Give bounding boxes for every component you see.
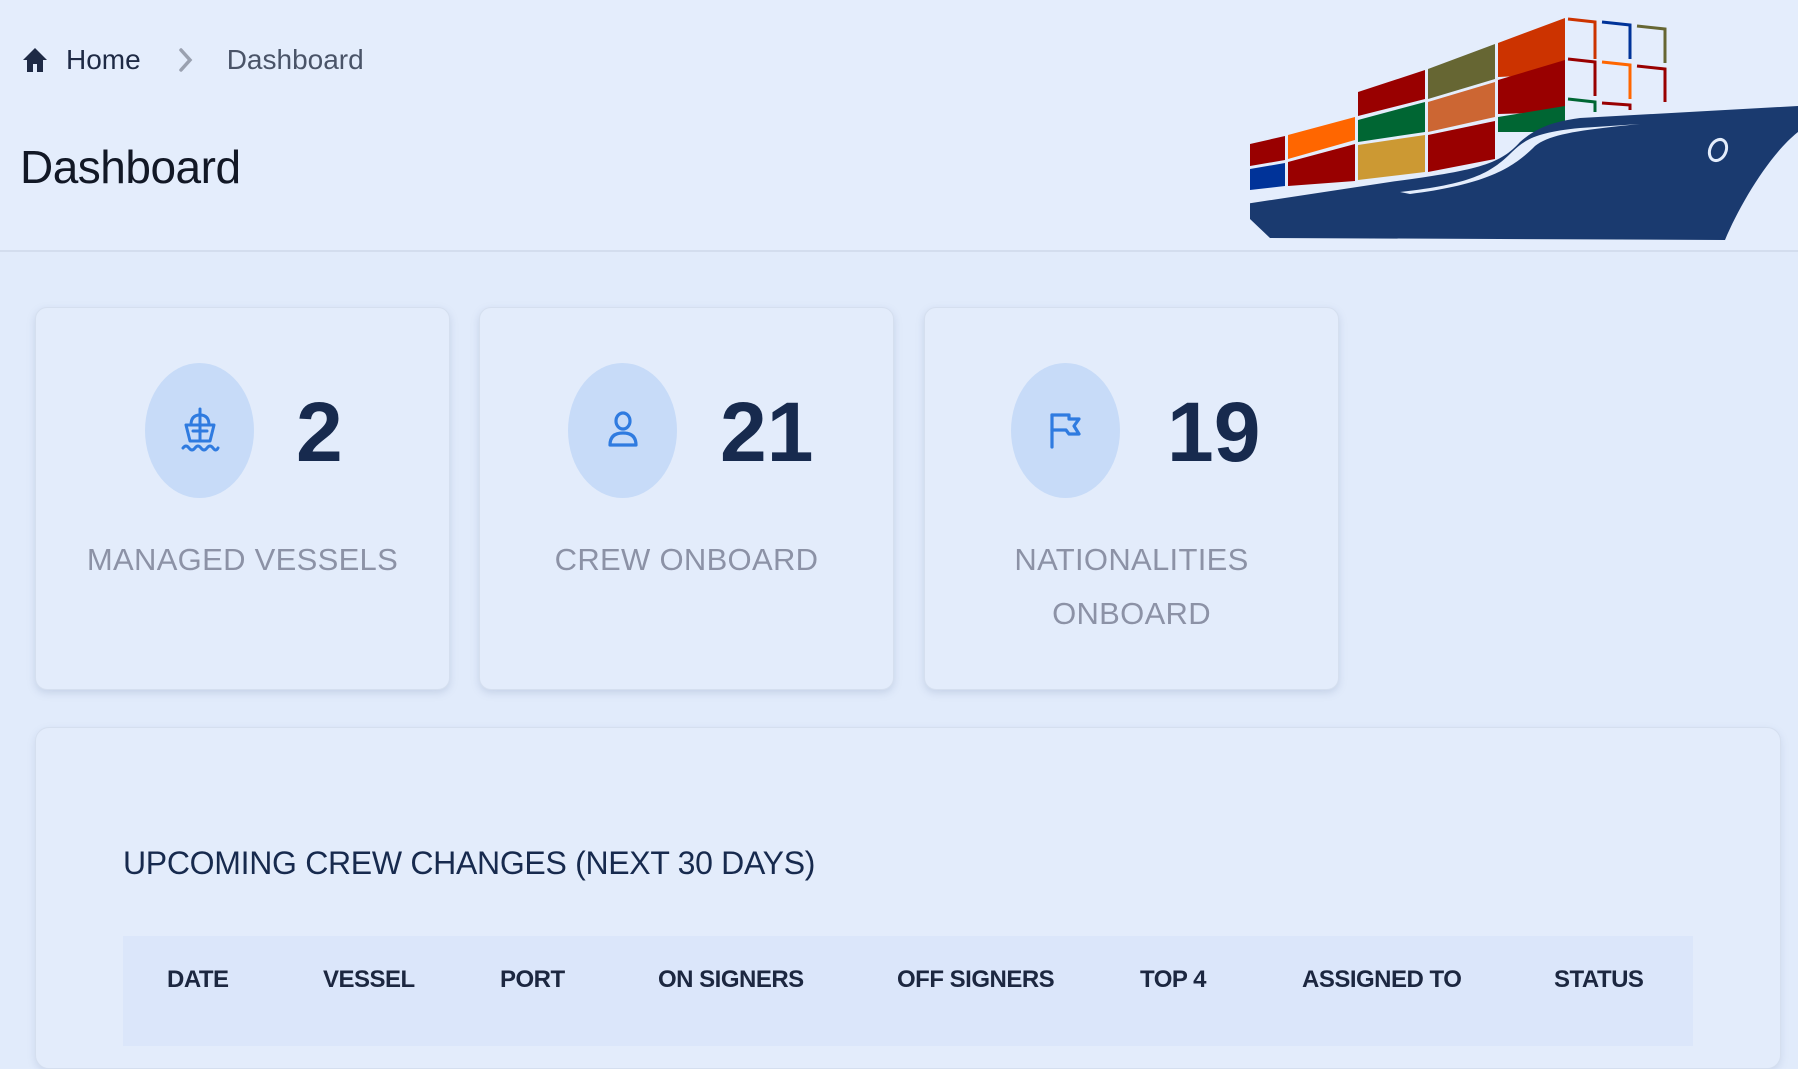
container-ship-illustration: [1250, 17, 1798, 240]
stat-card-managed-vessels[interactable]: 2 MANAGED VESSELS: [35, 307, 450, 690]
ship-icon: [181, 407, 219, 451]
stat-value: 2: [296, 385, 343, 479]
breadcrumb-home-link[interactable]: Home: [66, 44, 141, 76]
stat-value: 19: [1167, 385, 1261, 479]
column-header-assigned-to[interactable]: ASSIGNED TO: [1302, 966, 1462, 994]
breadcrumb-current: Dashboard: [226, 44, 364, 75]
stat-label: CREW ONBOARD: [554, 542, 819, 577]
crew-changes-table-header: DATE VESSEL PORT ON SIGNERS OFF SIGNERS …: [123, 936, 1693, 1046]
column-header-status[interactable]: STATUS: [1554, 966, 1644, 994]
page-title: Dashboard: [20, 141, 241, 193]
home-icon[interactable]: [22, 46, 48, 74]
icon-circle: [1011, 363, 1120, 498]
stat-value: 21: [720, 385, 814, 479]
chevron-right-icon: [178, 48, 193, 72]
column-header-top-4[interactable]: TOP 4: [1140, 966, 1206, 994]
stat-label: NATIONALITIES ONBOARD: [925, 533, 1338, 641]
user-icon: [607, 410, 638, 447]
column-header-on-signers[interactable]: ON SIGNERS: [658, 966, 804, 994]
crew-changes-title: UPCOMING CREW CHANGES (NEXT 30 DAYS): [123, 845, 816, 881]
stat-label-line: NATIONALITIES: [1014, 542, 1249, 577]
column-header-vessel[interactable]: VESSEL: [323, 966, 415, 994]
stat-label-line: ONBOARD: [1052, 596, 1211, 631]
stat-label: MANAGED VESSELS: [86, 542, 399, 577]
stat-card-crew-onboard[interactable]: 21 CREW ONBOARD: [479, 307, 894, 690]
icon-circle: [568, 363, 677, 498]
flag-icon: [1049, 412, 1081, 449]
column-header-off-signers[interactable]: OFF SIGNERS: [897, 966, 1055, 994]
column-header-date[interactable]: DATE: [167, 966, 229, 994]
icon-circle: [145, 363, 254, 498]
column-header-port[interactable]: PORT: [500, 966, 565, 994]
breadcrumb: Home Dashboard: [22, 40, 364, 80]
page-header: Home Dashboard Dashboard: [0, 0, 1798, 252]
stat-card-nationalities-onboard[interactable]: 19 NATIONALITIES ONBOARD: [924, 307, 1339, 690]
crew-changes-panel: UPCOMING CREW CHANGES (NEXT 30 DAYS) DAT…: [35, 727, 1781, 1069]
